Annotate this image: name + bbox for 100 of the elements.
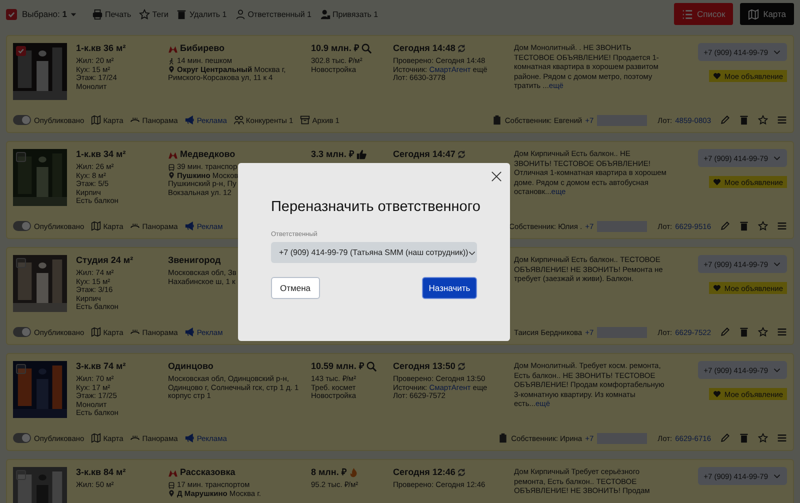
megaphone-icon: [184, 221, 195, 231]
map-icon: [91, 115, 102, 125]
refresh-icon[interactable]: [457, 468, 466, 477]
star-icon: [139, 8, 150, 20]
heart-icon: [713, 72, 722, 80]
heart-icon: [713, 390, 722, 398]
megaphone-icon: [184, 115, 195, 125]
listing-title[interactable]: 3-к.кв 74 м²: [76, 361, 168, 372]
chevron-down-icon: [773, 472, 781, 480]
pencil-icon[interactable]: [720, 327, 730, 337]
megaphone-icon: [184, 433, 195, 443]
listing-price: 10.9 млн. ₽: [311, 43, 359, 54]
listing-date: Сегодня 12:46: [393, 467, 456, 478]
listing-title[interactable]: 1-к.кв 34 м²: [76, 149, 168, 160]
caret-icon[interactable]: [70, 10, 77, 18]
selected-count: Выбрано: 1: [22, 9, 67, 19]
pin-icon: [168, 66, 175, 74]
map-icon: [91, 221, 102, 231]
listing-title[interactable]: Студия 24 м²: [76, 255, 168, 266]
view-tab[interactable]: Карта: [740, 3, 794, 25]
place-name: Одинцово: [168, 361, 214, 372]
megaphone-icon: [184, 327, 195, 337]
menu-icon[interactable]: [777, 433, 787, 443]
refresh-icon[interactable]: [457, 150, 466, 159]
chevron-down-icon: [468, 248, 476, 256]
trash-icon[interactable]: [739, 327, 749, 337]
listing-title[interactable]: 3-к.кв 84 м²: [76, 467, 168, 478]
menu-icon[interactable]: [777, 221, 787, 231]
metro-icon: [168, 150, 178, 158]
pencil-icon[interactable]: [720, 433, 730, 443]
menu-icon[interactable]: [777, 115, 787, 125]
place-name: Рассказовка: [180, 467, 236, 478]
place-name: Бибирево: [180, 43, 225, 54]
people-icon: [234, 115, 244, 125]
close-icon[interactable]: [491, 171, 502, 182]
bus-icon: [168, 164, 175, 171]
chevron-down-icon: [773, 260, 781, 268]
trash-icon[interactable]: [739, 433, 749, 443]
published-toggle[interactable]: [13, 115, 31, 125]
star-icon[interactable]: [758, 433, 768, 443]
refresh-icon[interactable]: [457, 362, 466, 371]
bus-icon: [168, 482, 175, 489]
list-icon: [682, 8, 693, 20]
walking-person-icon: [168, 58, 175, 65]
chevron-down-icon: [773, 154, 781, 162]
panorama-icon: [130, 115, 140, 125]
listing-price: 10.59 млн. ₽: [311, 361, 364, 372]
cancel-button[interactable]: Отмена: [271, 277, 320, 299]
map-icon: [748, 8, 760, 20]
published-toggle[interactable]: [13, 221, 31, 231]
person-icon: [234, 8, 246, 20]
refresh-icon[interactable]: [457, 44, 466, 53]
listing-date: Сегодня 14:47: [393, 149, 456, 160]
pencil-icon[interactable]: [720, 221, 730, 231]
search-icon[interactable]: [360, 43, 372, 54]
archive-icon: [300, 115, 310, 125]
star-icon[interactable]: [758, 115, 768, 125]
metro-icon: [168, 44, 178, 52]
toolbar-button[interactable]: Теги: [139, 8, 168, 20]
toolbar-button[interactable]: Удалить 1: [176, 8, 227, 20]
published-toggle[interactable]: [13, 433, 31, 443]
panorama-icon: [130, 221, 140, 231]
map-icon: [91, 327, 102, 337]
chevron-down-icon: [773, 48, 781, 56]
panorama-icon: [130, 327, 140, 337]
listing-price: 3.3 млн. ₽: [311, 149, 354, 160]
search-icon[interactable]: [366, 361, 377, 372]
place-name: Медведково: [180, 149, 236, 160]
listing-date: Сегодня 14:48: [393, 43, 456, 54]
trash-icon[interactable]: [739, 115, 749, 125]
trash-icon: [176, 8, 188, 20]
toolbar-button[interactable]: Печать: [92, 8, 132, 20]
listing-price: 8 млн. ₽: [311, 467, 346, 478]
chevron-down-icon: [773, 366, 781, 374]
map-icon: [91, 433, 102, 443]
thumbs-up-icon[interactable]: [356, 149, 367, 160]
pencil-icon[interactable]: [720, 115, 730, 125]
metro-icon: [168, 468, 178, 476]
heart-icon: [713, 178, 722, 186]
toolbar-button[interactable]: Привязать 1: [320, 8, 378, 20]
assign-button[interactable]: Назначить: [422, 277, 477, 299]
pin-icon: [168, 172, 175, 180]
trash-icon[interactable]: [739, 221, 749, 231]
pin-icon: [168, 490, 175, 498]
select-all-checkbox[interactable]: [6, 8, 17, 20]
published-toggle[interactable]: [13, 327, 31, 337]
view-tab[interactable]: Список: [674, 3, 734, 25]
person-icon: [320, 8, 331, 20]
star-icon[interactable]: [758, 327, 768, 337]
listing-title[interactable]: 1-к.кв 36 м²: [76, 43, 168, 54]
menu-icon[interactable]: [777, 327, 787, 337]
toolbar-button[interactable]: Ответственный 1: [234, 8, 312, 20]
star-icon[interactable]: [758, 221, 768, 231]
listing-date: Сегодня 13:50: [393, 361, 456, 372]
heart-icon: [713, 284, 722, 292]
flame-icon[interactable]: [348, 467, 360, 478]
responsible-select[interactable]: +7 (909) 414-99-79 (Татьяна SMM (наш сотрудник)): [271, 242, 477, 263]
listing-checkbox[interactable]: [16, 46, 26, 56]
place-name: Звенигород: [168, 255, 221, 266]
printer-icon: [92, 8, 103, 20]
